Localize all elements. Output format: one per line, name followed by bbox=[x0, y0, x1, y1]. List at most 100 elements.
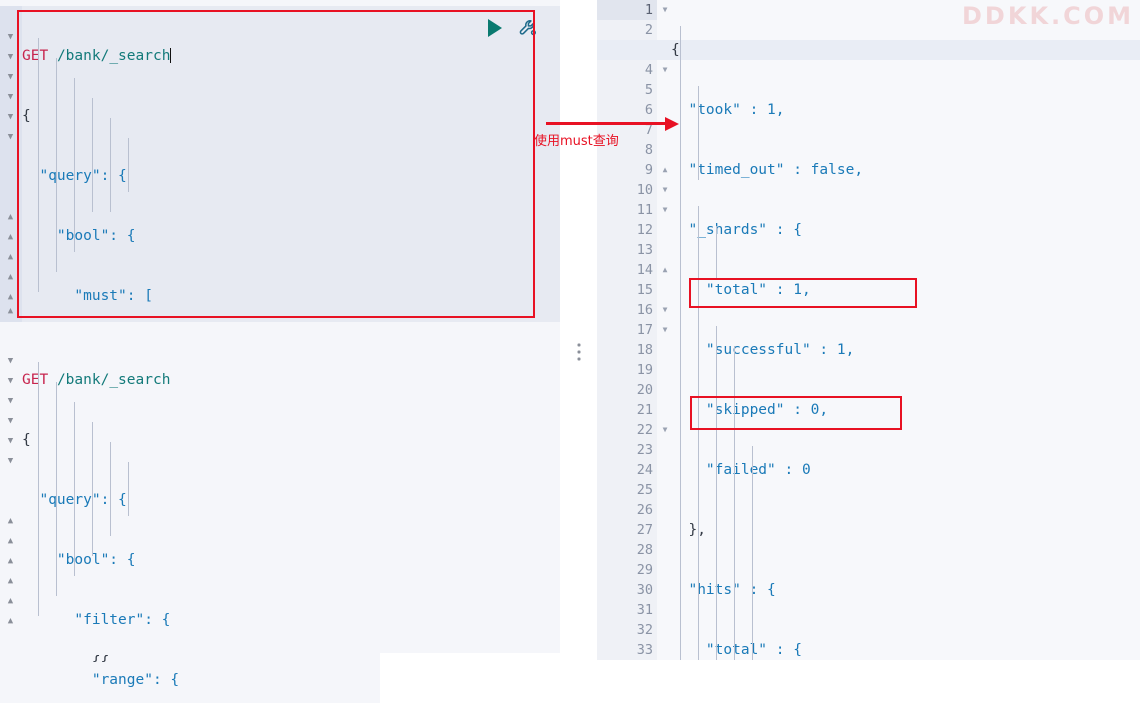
fold-marker[interactable] bbox=[659, 320, 671, 340]
line-number[interactable]: 26 bbox=[597, 500, 657, 520]
request-editor-bottom[interactable]: GET /bank/_search { "query": { "bool": {… bbox=[0, 330, 560, 688]
fold-marker[interactable] bbox=[5, 616, 16, 627]
line-number[interactable]: 30 bbox=[597, 580, 657, 600]
indent-guide bbox=[74, 402, 75, 576]
code-line: }, bbox=[671, 522, 706, 538]
fold-marker[interactable] bbox=[5, 306, 16, 317]
indent-guide bbox=[698, 86, 699, 180]
line-number[interactable]: 2 bbox=[597, 20, 657, 40]
line-number[interactable]: 10 bbox=[597, 180, 657, 200]
fold-marker[interactable] bbox=[659, 180, 671, 200]
fold-marker[interactable] bbox=[5, 212, 16, 223]
indent-guide bbox=[128, 462, 129, 516]
fold-marker[interactable] bbox=[659, 420, 671, 440]
indent-guide bbox=[734, 346, 735, 660]
fold-marker[interactable] bbox=[5, 376, 16, 387]
line-number[interactable]: 15 bbox=[597, 280, 657, 300]
splitter-grip-icon[interactable] bbox=[577, 343, 580, 360]
line-number[interactable]: 33 bbox=[597, 640, 657, 660]
code-line: { bbox=[22, 108, 31, 124]
line-number[interactable]: 4 bbox=[597, 60, 657, 80]
line-number[interactable]: 31 bbox=[597, 600, 657, 620]
code-line: "_shards" : { bbox=[671, 222, 802, 238]
line-number[interactable]: 16 bbox=[597, 300, 657, 320]
line-number[interactable]: 19 bbox=[597, 360, 657, 380]
response-bottom-fill bbox=[597, 660, 1140, 703]
request-line: GET /bank/_search bbox=[22, 370, 560, 390]
fold-marker[interactable] bbox=[5, 232, 16, 243]
fold-marker[interactable] bbox=[659, 60, 671, 80]
request-code-bottom[interactable]: GET /bank/_search { "query": { "bool": {… bbox=[22, 330, 560, 688]
indent-guide bbox=[38, 362, 39, 616]
line-number[interactable]: 17 bbox=[597, 320, 657, 340]
fold-marker[interactable] bbox=[5, 112, 16, 123]
line-number[interactable]: 11 bbox=[597, 200, 657, 220]
request-code-top[interactable]: GET /bank/_search { "query": { "bool": {… bbox=[22, 6, 560, 664]
line-number[interactable]: 8 bbox=[597, 140, 657, 160]
indent-guide bbox=[56, 382, 57, 596]
line-number[interactable]: 5 bbox=[597, 80, 657, 100]
fold-marker[interactable] bbox=[5, 292, 16, 303]
line-number[interactable]: 1 bbox=[597, 0, 657, 20]
fold-marker[interactable] bbox=[5, 536, 16, 547]
console-screen: GET /bank/_search { "query": { "bool": {… bbox=[0, 0, 1140, 703]
fold-gutter-top[interactable] bbox=[0, 6, 22, 322]
pane-splitter-handle[interactable] bbox=[560, 0, 597, 703]
fold-marker[interactable] bbox=[5, 516, 16, 527]
code-line: "query": { bbox=[39, 492, 127, 508]
response-code[interactable]: { "took" : 1, "timed_out" : false, "_sha… bbox=[597, 0, 1140, 703]
send-request-play-icon[interactable] bbox=[488, 19, 502, 37]
fold-marker[interactable] bbox=[5, 52, 16, 63]
fold-marker[interactable] bbox=[5, 32, 16, 43]
fold-marker[interactable] bbox=[659, 200, 671, 220]
line-number[interactable]: 29 bbox=[597, 560, 657, 580]
line-number[interactable]: 28 bbox=[597, 540, 657, 560]
fold-marker[interactable] bbox=[659, 160, 671, 180]
response-line-number-gutter[interactable]: 1 2 3 4 5 6 7 8 9 10 11 12 13 14 15 16 1… bbox=[597, 0, 657, 703]
code-line: "bool": { bbox=[22, 552, 136, 568]
fold-gutter-bottom[interactable] bbox=[0, 330, 22, 655]
code-line: "hits" : { bbox=[671, 582, 776, 598]
fold-marker[interactable] bbox=[659, 260, 671, 280]
line-number[interactable]: 7 bbox=[597, 120, 657, 140]
editor-toolbar[interactable] bbox=[488, 18, 538, 38]
request-editor-top[interactable]: GET /bank/_search { "query": { "bool": {… bbox=[0, 6, 560, 664]
line-number[interactable]: 12 bbox=[597, 220, 657, 240]
line-number[interactable]: 13 bbox=[597, 240, 657, 260]
fold-marker[interactable] bbox=[5, 456, 16, 467]
line-number[interactable]: 32 bbox=[597, 620, 657, 640]
fold-marker[interactable] bbox=[5, 436, 16, 447]
line-number[interactable]: 22 bbox=[597, 420, 657, 440]
code-line: "failed" : 0 bbox=[671, 462, 811, 478]
fold-marker[interactable] bbox=[5, 556, 16, 567]
fold-marker[interactable] bbox=[5, 396, 16, 407]
fold-marker[interactable] bbox=[5, 356, 16, 367]
line-number[interactable]: 24 bbox=[597, 460, 657, 480]
fold-marker[interactable] bbox=[5, 252, 16, 263]
fold-marker[interactable] bbox=[5, 416, 16, 427]
fold-marker[interactable] bbox=[5, 596, 16, 607]
fold-marker[interactable] bbox=[5, 576, 16, 587]
settings-wrench-icon[interactable] bbox=[518, 18, 538, 38]
fold-marker[interactable] bbox=[5, 272, 16, 283]
line-number[interactable]: 14 bbox=[597, 260, 657, 280]
line-number[interactable]: 27 bbox=[597, 520, 657, 540]
line-number[interactable]: 21 bbox=[597, 400, 657, 420]
line-number[interactable]: 25 bbox=[597, 480, 657, 500]
fold-marker[interactable] bbox=[659, 300, 671, 320]
line-number[interactable]: 20 bbox=[597, 380, 657, 400]
pane-background-fill bbox=[380, 653, 560, 703]
line-number[interactable]: 9 bbox=[597, 160, 657, 180]
line-number[interactable]: 18 bbox=[597, 340, 657, 360]
http-method: GET bbox=[22, 372, 49, 388]
line-number[interactable]: 6 bbox=[597, 100, 657, 120]
indent-guide bbox=[56, 58, 57, 272]
fold-marker[interactable] bbox=[659, 0, 671, 20]
fold-marker[interactable] bbox=[5, 92, 16, 103]
response-pane: 1 2 3 4 5 6 7 8 9 10 11 12 13 14 15 16 1… bbox=[597, 0, 1140, 703]
fold-marker[interactable] bbox=[5, 132, 16, 143]
code-line: "total" : { bbox=[671, 642, 802, 658]
line-number[interactable]: 23 bbox=[597, 440, 657, 460]
request-path: /bank/_search bbox=[56, 372, 171, 388]
fold-marker[interactable] bbox=[5, 72, 16, 83]
